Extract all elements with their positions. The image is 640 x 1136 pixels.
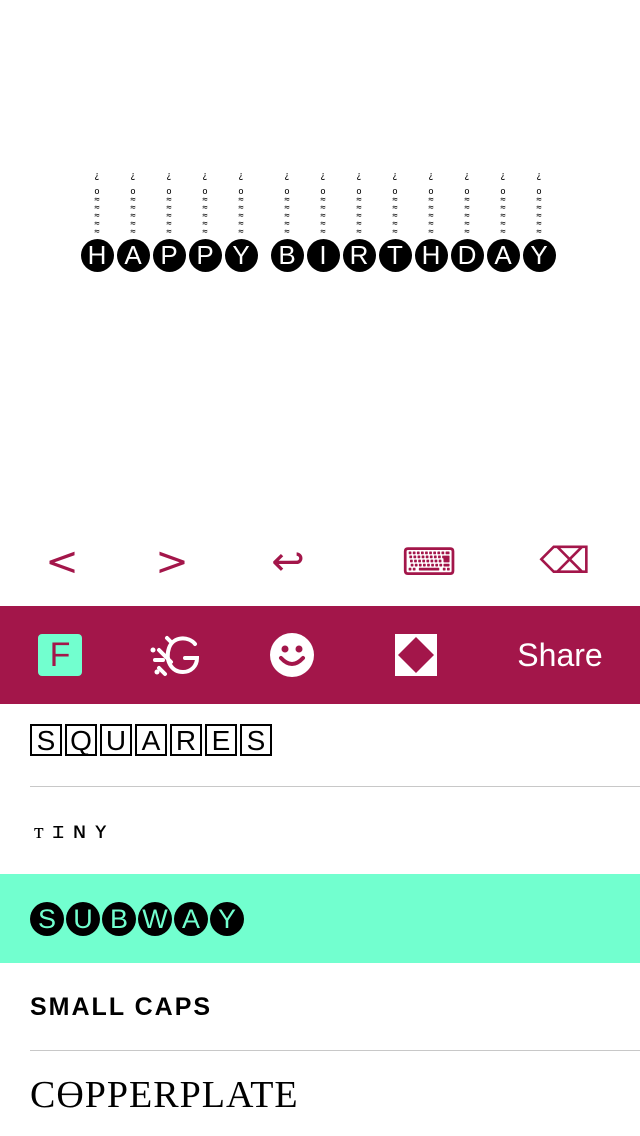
circled-letter: P	[188, 239, 222, 272]
circled-letter: Y	[522, 239, 556, 272]
circled-letter: Y	[224, 239, 258, 272]
tab-fancy-letters[interactable]	[140, 606, 210, 704]
circled-letter: H	[80, 239, 114, 272]
subway-letter: Y	[210, 901, 244, 936]
smiley-icon	[270, 633, 314, 677]
tab-symbols[interactable]	[386, 606, 446, 704]
tiny-sample: ᴛɪɴʏ	[34, 818, 116, 844]
candle-icon: ¿ ¨ o ≈ ≈ ≈ ≈ ≈	[94, 171, 100, 237]
candle-icon: ¿ ¨ o ≈ ≈ ≈ ≈ ≈	[428, 171, 434, 237]
list-item-subway[interactable]: SUBWAY	[0, 874, 640, 963]
candle-icon: ¿ ¨ o ≈ ≈ ≈ ≈ ≈	[166, 171, 172, 237]
keyboard-button[interactable]: ⌨	[398, 534, 460, 590]
cake-letter: ¿ ¨ o ≈ ≈ ≈ ≈ ≈ H	[80, 172, 114, 272]
square-letter: Q	[65, 724, 97, 756]
cake-letter: ¿ ¨ o ≈ ≈ ≈ ≈ ≈ Y	[224, 172, 258, 272]
circled-letter: R	[342, 239, 376, 272]
circled-letter: A	[116, 239, 150, 272]
tab-emoji[interactable]	[262, 606, 322, 704]
candle-icon: ¿ ¨ o ≈ ≈ ≈ ≈ ≈	[392, 171, 398, 237]
square-letter: R	[170, 724, 202, 756]
candle-icon: ¿ ¨ o ≈ ≈ ≈ ≈ ≈	[320, 171, 326, 237]
candle-icon: ¿ ¨ o ≈ ≈ ≈ ≈ ≈	[500, 171, 506, 237]
square-letter: S	[240, 724, 272, 756]
candle-icon: ¿ ¨ o ≈ ≈ ≈ ≈ ≈	[464, 171, 470, 237]
subway-letter: B	[102, 901, 136, 936]
cake-letter: ¿ ¨ o ≈ ≈ ≈ ≈ ≈ Y	[522, 172, 556, 272]
cake-letter: ¿ ¨ o ≈ ≈ ≈ ≈ ≈ D	[450, 172, 484, 272]
circled-letter: A	[486, 239, 520, 272]
fonts-icon: F	[38, 634, 82, 676]
circled-letter: I	[306, 239, 340, 272]
small-caps-sample: SMALL CAPS	[30, 992, 213, 1021]
subway-sample: SUBWAY	[30, 901, 246, 936]
cake-letter: ¿ ¨ o ≈ ≈ ≈ ≈ ≈ I	[306, 172, 340, 272]
backspace-icon: ⌫	[539, 541, 591, 582]
return-button[interactable]: ↩	[262, 534, 314, 590]
square-letter: A	[135, 724, 167, 756]
mode-tab-bar: F Share	[0, 606, 640, 704]
cursor-left-button[interactable]: <	[40, 534, 84, 590]
subway-letter: U	[66, 901, 100, 936]
fancy-g-icon	[150, 636, 200, 676]
square-letter: E	[205, 724, 237, 756]
subway-letter: W	[138, 901, 172, 936]
happy-birthday-cake-text: ¿ ¨ o ≈ ≈ ≈ ≈ ≈ H ¿ ¨ o ≈ ≈ ≈ ≈ ≈ A ¿ ¨ o ≈ …	[80, 172, 558, 272]
candle-icon: ¿ ¨ o ≈ ≈ ≈ ≈ ≈	[238, 171, 244, 237]
return-arrow-icon: ↩	[271, 539, 305, 585]
cake-letter: ¿ ¨ o ≈ ≈ ≈ ≈ ≈ A	[486, 172, 520, 272]
cake-letter: ¿ ¨ o ≈ ≈ ≈ ≈ ≈ A	[116, 172, 150, 272]
list-item-small-caps[interactable]: SMALL CAPS	[0, 963, 640, 1051]
candle-icon: ¿ ¨ o ≈ ≈ ≈ ≈ ≈	[202, 171, 208, 237]
circled-letter: T	[378, 239, 412, 272]
cursor-right-button[interactable]: >	[150, 534, 194, 590]
cake-letter: ¿ ¨ o ≈ ≈ ≈ ≈ ≈ T	[378, 172, 412, 272]
candle-icon: ¿ ¨ o ≈ ≈ ≈ ≈ ≈	[536, 171, 542, 237]
cake-letter: ¿ ¨ o ≈ ≈ ≈ ≈ ≈ P	[152, 172, 186, 272]
subway-letter: A	[174, 901, 208, 936]
keyboard-icon: ⌨	[401, 540, 457, 584]
share-button[interactable]: Share	[500, 606, 620, 704]
font-style-list[interactable]: SQUARES ᴛɪɴʏ SUBWAY SMALL CAPS CӨPPERPLA…	[0, 704, 640, 1136]
candle-icon: ¿ ¨ o ≈ ≈ ≈ ≈ ≈	[130, 171, 136, 237]
square-letter: S	[30, 724, 62, 756]
diamond-square-icon	[395, 634, 437, 676]
list-item-copperplate[interactable]: CӨPPERPLATE	[0, 1051, 640, 1136]
edit-toolbar: < > ↩ ⌨ ⌫	[0, 520, 640, 606]
circled-letter: D	[450, 239, 484, 272]
chevron-right-icon: >	[155, 539, 189, 585]
tab-fonts[interactable]: F	[30, 606, 90, 704]
text-preview[interactable]: ¿ ¨ o ≈ ≈ ≈ ≈ ≈ H ¿ ¨ o ≈ ≈ ≈ ≈ ≈ A ¿ ¨ o ≈ …	[0, 0, 640, 520]
cake-letter: ¿ ¨ o ≈ ≈ ≈ ≈ ≈ H	[414, 172, 448, 272]
list-item-squares[interactable]: SQUARES	[0, 704, 640, 787]
list-item-tiny[interactable]: ᴛɪɴʏ	[0, 787, 640, 874]
subway-letter: S	[30, 901, 64, 936]
chevron-left-icon: <	[45, 539, 79, 585]
cake-letter: ¿ ¨ o ≈ ≈ ≈ ≈ ≈ P	[188, 172, 222, 272]
circled-letter: B	[270, 239, 304, 272]
square-letter: U	[100, 724, 132, 756]
squares-sample: SQUARES	[30, 724, 275, 756]
cake-letter: ¿ ¨ o ≈ ≈ ≈ ≈ ≈ R	[342, 172, 376, 272]
candle-icon: ¿ ¨ o ≈ ≈ ≈ ≈ ≈	[356, 171, 362, 237]
copperplate-sample: CӨPPERPLATE	[30, 1074, 299, 1116]
circled-letter: H	[414, 239, 448, 272]
delete-button[interactable]: ⌫	[536, 534, 594, 590]
cake-letter: ¿ ¨ o ≈ ≈ ≈ ≈ ≈ B	[270, 172, 304, 272]
share-label: Share	[517, 636, 603, 673]
circled-letter: P	[152, 239, 186, 272]
candle-icon: ¿ ¨ o ≈ ≈ ≈ ≈ ≈	[284, 171, 290, 237]
